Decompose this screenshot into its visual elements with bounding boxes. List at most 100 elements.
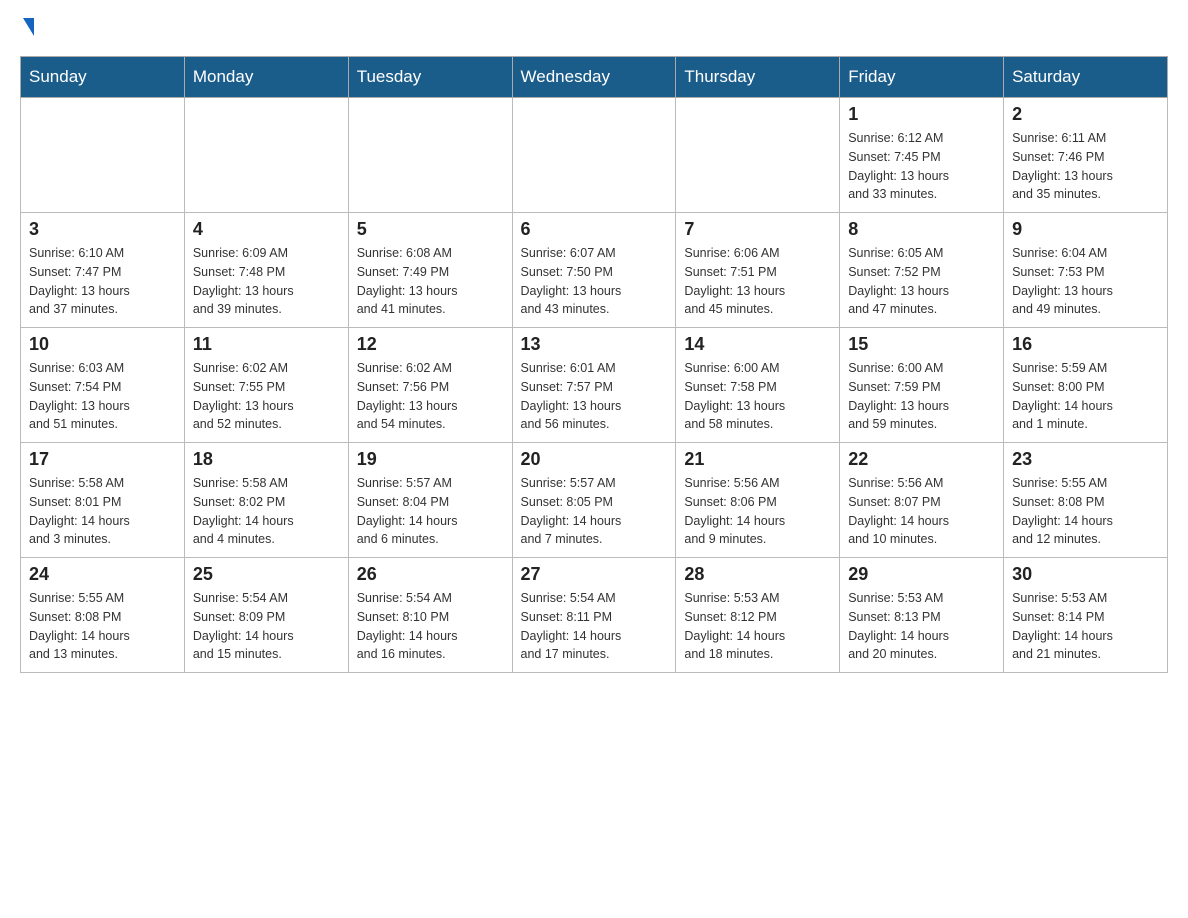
day-number: 19 [357,449,504,470]
col-sunday: Sunday [21,57,185,98]
calendar-cell: 7 Sunrise: 6:06 AM Sunset: 7:51 PM Daylig… [676,213,840,328]
day-info: Sunrise: 6:12 AM Sunset: 7:45 PM Dayligh… [848,129,995,204]
day-info: Sunrise: 5:59 AM Sunset: 8:00 PM Dayligh… [1012,359,1159,434]
calendar-cell [676,98,840,213]
day-info: Sunrise: 5:58 AM Sunset: 8:01 PM Dayligh… [29,474,176,549]
calendar-cell [348,98,512,213]
col-friday: Friday [840,57,1004,98]
day-info: Sunrise: 6:09 AM Sunset: 7:48 PM Dayligh… [193,244,340,319]
day-info: Sunrise: 5:57 AM Sunset: 8:04 PM Dayligh… [357,474,504,549]
day-number: 4 [193,219,340,240]
day-number: 15 [848,334,995,355]
calendar-cell: 16 Sunrise: 5:59 AM Sunset: 8:00 PM Dayli… [1004,328,1168,443]
calendar-cell: 26 Sunrise: 5:54 AM Sunset: 8:10 PM Dayli… [348,558,512,673]
day-number: 3 [29,219,176,240]
day-number: 9 [1012,219,1159,240]
logo-triangle-icon [23,18,34,36]
day-info: Sunrise: 6:02 AM Sunset: 7:55 PM Dayligh… [193,359,340,434]
calendar-cell: 4 Sunrise: 6:09 AM Sunset: 7:48 PM Daylig… [184,213,348,328]
day-info: Sunrise: 5:58 AM Sunset: 8:02 PM Dayligh… [193,474,340,549]
day-info: Sunrise: 5:55 AM Sunset: 8:08 PM Dayligh… [29,589,176,664]
day-number: 25 [193,564,340,585]
day-number: 7 [684,219,831,240]
day-info: Sunrise: 5:55 AM Sunset: 8:08 PM Dayligh… [1012,474,1159,549]
calendar-cell: 30 Sunrise: 5:53 AM Sunset: 8:14 PM Dayli… [1004,558,1168,673]
calendar-cell [184,98,348,213]
day-info: Sunrise: 5:54 AM Sunset: 8:11 PM Dayligh… [521,589,668,664]
calendar-week-row: 24 Sunrise: 5:55 AM Sunset: 8:08 PM Dayli… [21,558,1168,673]
calendar-cell: 18 Sunrise: 5:58 AM Sunset: 8:02 PM Dayli… [184,443,348,558]
calendar-cell: 10 Sunrise: 6:03 AM Sunset: 7:54 PM Dayli… [21,328,185,443]
calendar-cell: 8Sunrise: 6:05 AM Sunset: 7:52 PM Daylig… [840,213,1004,328]
day-number: 21 [684,449,831,470]
day-number: 6 [521,219,668,240]
day-info: Sunrise: 6:08 AM Sunset: 7:49 PM Dayligh… [357,244,504,319]
day-number: 13 [521,334,668,355]
calendar-cell: 28 Sunrise: 5:53 AM Sunset: 8:12 PM Dayli… [676,558,840,673]
day-info: Sunrise: 6:04 AM Sunset: 7:53 PM Dayligh… [1012,244,1159,319]
calendar-week-row: 1 Sunrise: 6:12 AM Sunset: 7:45 PM Daylig… [21,98,1168,213]
day-number: 30 [1012,564,1159,585]
day-info: Sunrise: 5:56 AM Sunset: 8:07 PM Dayligh… [848,474,995,549]
day-info: Sunrise: 6:11 AM Sunset: 7:46 PM Dayligh… [1012,129,1159,204]
day-number: 11 [193,334,340,355]
calendar-cell: 9 Sunrise: 6:04 AM Sunset: 7:53 PM Daylig… [1004,213,1168,328]
calendar-cell [21,98,185,213]
day-number: 18 [193,449,340,470]
day-number: 28 [684,564,831,585]
calendar-cell: 2Sunrise: 6:11 AM Sunset: 7:46 PM Daylig… [1004,98,1168,213]
col-saturday: Saturday [1004,57,1168,98]
calendar-cell: 24 Sunrise: 5:55 AM Sunset: 8:08 PM Dayli… [21,558,185,673]
day-number: 20 [521,449,668,470]
day-number: 16 [1012,334,1159,355]
day-info: Sunrise: 6:07 AM Sunset: 7:50 PM Dayligh… [521,244,668,319]
col-monday: Monday [184,57,348,98]
day-info: Sunrise: 5:53 AM Sunset: 8:13 PM Dayligh… [848,589,995,664]
day-number: 23 [1012,449,1159,470]
calendar-cell: 6 Sunrise: 6:07 AM Sunset: 7:50 PM Daylig… [512,213,676,328]
calendar-week-row: 3 Sunrise: 6:10 AM Sunset: 7:47 PM Daylig… [21,213,1168,328]
day-info: Sunrise: 5:54 AM Sunset: 8:09 PM Dayligh… [193,589,340,664]
day-number: 29 [848,564,995,585]
logo [20,20,34,38]
day-info: Sunrise: 6:00 AM Sunset: 7:58 PM Dayligh… [684,359,831,434]
day-number: 17 [29,449,176,470]
calendar-cell: 23 Sunrise: 5:55 AM Sunset: 8:08 PM Dayli… [1004,443,1168,558]
day-number: 22 [848,449,995,470]
day-number: 10 [29,334,176,355]
day-info: Sunrise: 6:00 AM Sunset: 7:59 PM Dayligh… [848,359,995,434]
day-number: 5 [357,219,504,240]
col-tuesday: Tuesday [348,57,512,98]
calendar-cell: 27 Sunrise: 5:54 AM Sunset: 8:11 PM Dayli… [512,558,676,673]
day-info: Sunrise: 6:10 AM Sunset: 7:47 PM Dayligh… [29,244,176,319]
calendar-cell: 3 Sunrise: 6:10 AM Sunset: 7:47 PM Daylig… [21,213,185,328]
day-number: 26 [357,564,504,585]
day-info: Sunrise: 5:56 AM Sunset: 8:06 PM Dayligh… [684,474,831,549]
day-number: 8 [848,219,995,240]
day-info: Sunrise: 5:54 AM Sunset: 8:10 PM Dayligh… [357,589,504,664]
calendar-cell: 12 Sunrise: 6:02 AM Sunset: 7:56 PM Dayli… [348,328,512,443]
calendar-cell: 25 Sunrise: 5:54 AM Sunset: 8:09 PM Dayli… [184,558,348,673]
calendar-week-row: 10 Sunrise: 6:03 AM Sunset: 7:54 PM Dayli… [21,328,1168,443]
calendar-cell: 20Sunrise: 5:57 AM Sunset: 8:05 PM Dayli… [512,443,676,558]
day-info: Sunrise: 5:53 AM Sunset: 8:12 PM Dayligh… [684,589,831,664]
calendar-cell: 19 Sunrise: 5:57 AM Sunset: 8:04 PM Dayli… [348,443,512,558]
day-info: Sunrise: 6:02 AM Sunset: 7:56 PM Dayligh… [357,359,504,434]
calendar-cell: 1 Sunrise: 6:12 AM Sunset: 7:45 PM Daylig… [840,98,1004,213]
calendar-cell: 11 Sunrise: 6:02 AM Sunset: 7:55 PM Dayli… [184,328,348,443]
day-number: 14 [684,334,831,355]
day-info: Sunrise: 5:53 AM Sunset: 8:14 PM Dayligh… [1012,589,1159,664]
day-info: Sunrise: 6:03 AM Sunset: 7:54 PM Dayligh… [29,359,176,434]
calendar-cell: 14 Sunrise: 6:00 AM Sunset: 7:58 PM Dayli… [676,328,840,443]
calendar-cell: 29 Sunrise: 5:53 AM Sunset: 8:13 PM Dayli… [840,558,1004,673]
day-info: Sunrise: 6:06 AM Sunset: 7:51 PM Dayligh… [684,244,831,319]
day-number: 24 [29,564,176,585]
day-number: 27 [521,564,668,585]
col-wednesday: Wednesday [512,57,676,98]
day-number: 1 [848,104,995,125]
calendar-week-row: 17 Sunrise: 5:58 AM Sunset: 8:01 PM Dayli… [21,443,1168,558]
calendar-cell: 15 Sunrise: 6:00 AM Sunset: 7:59 PM Dayli… [840,328,1004,443]
calendar-cell: 5 Sunrise: 6:08 AM Sunset: 7:49 PM Daylig… [348,213,512,328]
day-number: 12 [357,334,504,355]
calendar-cell: 22 Sunrise: 5:56 AM Sunset: 8:07 PM Dayli… [840,443,1004,558]
